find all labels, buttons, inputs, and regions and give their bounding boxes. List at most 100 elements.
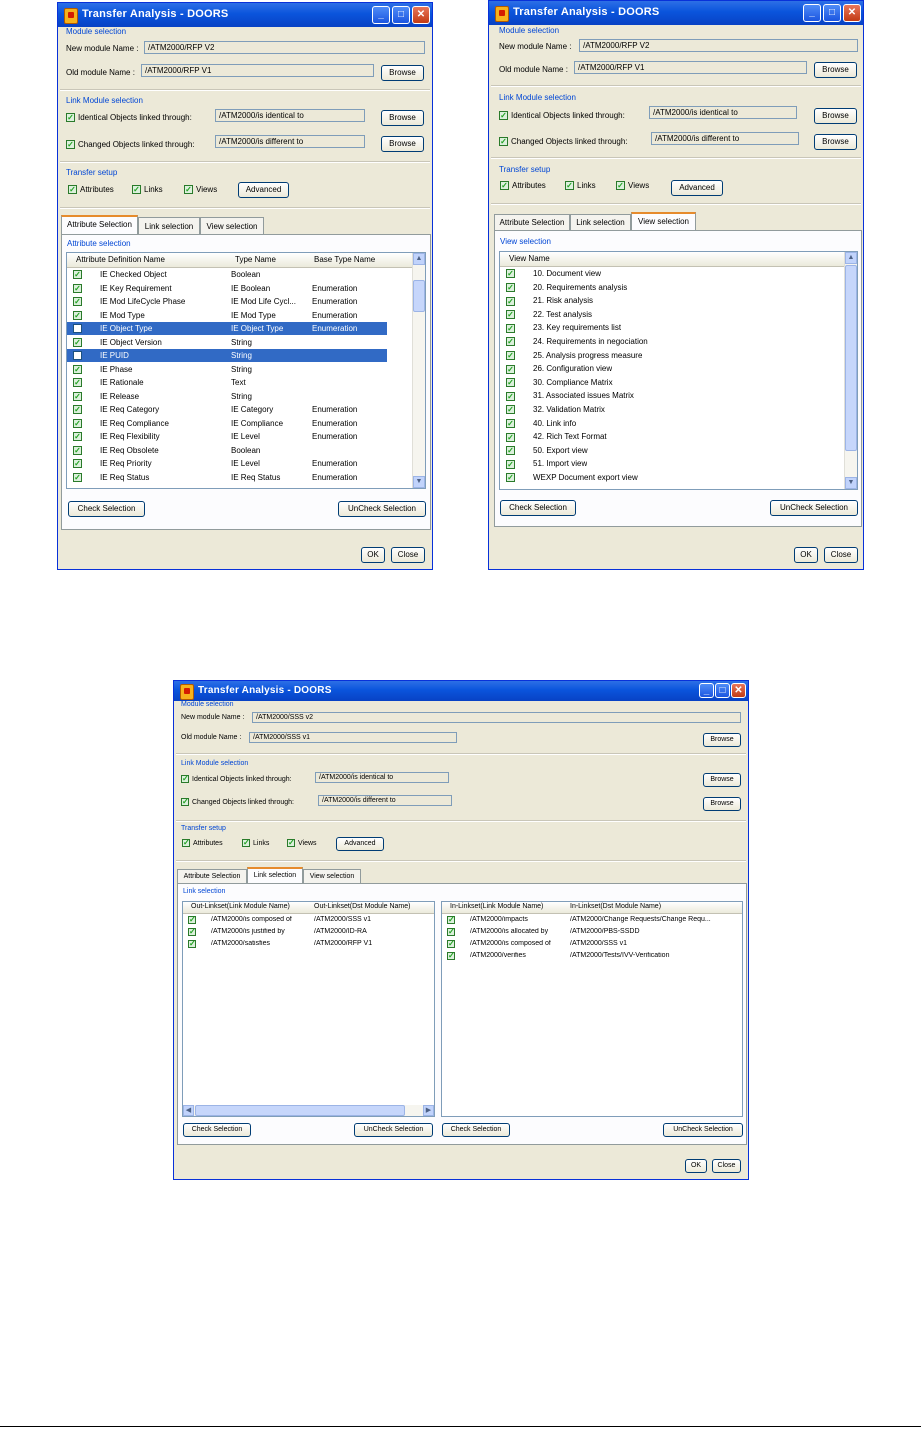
list-item[interactable]: ✓ 40. Link info (500, 417, 840, 430)
advanced-button[interactable]: Advanced (238, 182, 289, 198)
identical-link-module-field[interactable]: /ATM2000/is identical to (315, 772, 449, 783)
table-row[interactable]: ✓ IE Checked Object Boolean (67, 268, 387, 281)
table-row[interactable]: IE PUID String (67, 349, 387, 362)
identical-objects-checkbox[interactable]: ✓ Identical Objects linked through: (499, 111, 625, 121)
new-module-field[interactable]: /ATM2000/RFP V2 (579, 39, 858, 52)
column-header[interactable]: Out-Linkset(Dst Module Name) (314, 903, 410, 910)
column-header[interactable]: Type Name (235, 255, 276, 264)
checkbox-checked-icon[interactable]: ✓ (506, 391, 515, 401)
checkbox-checked-icon[interactable]: ✓ (506, 473, 515, 483)
minimize-icon[interactable]: _ (699, 683, 714, 698)
column-header[interactable]: Base Type Name (314, 255, 375, 264)
tab-link-selection[interactable]: Link selection (570, 214, 631, 230)
scroll-up-icon[interactable]: ▲ (413, 253, 425, 265)
new-module-field[interactable]: /ATM2000/RFP V2 (144, 41, 425, 54)
list-item[interactable]: ✓ 42. Rich Text Format (500, 430, 840, 443)
column-header[interactable]: In-Linkset(Dst Module Name) (570, 903, 661, 910)
table-row[interactable]: ✓ IE Req Category IE Category Enumeration (67, 403, 387, 416)
checkbox-checked-icon[interactable]: ✓ (188, 916, 196, 924)
links-checkbox[interactable]: ✓ Links (565, 181, 596, 191)
column-header[interactable]: In-Linkset(Link Module Name) (450, 903, 543, 910)
minimize-icon[interactable]: _ (803, 4, 821, 22)
identical-link-module-field[interactable]: /ATM2000/is identical to (649, 106, 797, 119)
checkbox-checked-icon[interactable]: ✓ (506, 337, 515, 347)
table-row[interactable]: ✓ IE Key Requirement IE Boolean Enumeration (67, 282, 387, 295)
checkbox-unchecked-icon[interactable] (73, 324, 82, 334)
checkbox-checked-icon[interactable]: ✓ (188, 940, 196, 948)
tab-view-selection[interactable]: View selection (303, 869, 361, 883)
checkbox-checked-icon[interactable]: ✓ (73, 378, 82, 388)
list-item[interactable]: ✓ 31. Associated issues Matrix (500, 389, 840, 402)
tab-view-selection[interactable]: View selection (200, 217, 264, 234)
scroll-left-icon[interactable]: ◀ (183, 1105, 194, 1116)
checkbox-checked-icon[interactable]: ✓ (506, 269, 515, 279)
minimize-icon[interactable]: _ (372, 6, 390, 24)
table-row[interactable]: IE Object Type IE Object Type Enumeration (67, 322, 387, 335)
scroll-right-icon[interactable]: ▶ (423, 1105, 434, 1116)
browse-identical-button[interactable]: Browse (814, 108, 857, 124)
checkbox-checked-icon[interactable]: ✓ (73, 432, 82, 442)
column-header[interactable]: View Name (509, 254, 550, 263)
table-row[interactable]: ✓ /ATM2000/is composed of/ATM2000/SSS v1 (183, 915, 433, 926)
checkbox-checked-icon[interactable]: ✓ (506, 323, 515, 333)
uncheck-selection-button[interactable]: UnCheck Selection (338, 501, 426, 517)
table-row[interactable]: ✓ IE Req Flexibility IE Level Enumeration (67, 430, 387, 443)
attributes-checkbox[interactable]: ✓ Attributes (68, 185, 114, 195)
checkbox-checked-icon[interactable]: ✓ (506, 296, 515, 306)
old-module-field[interactable]: /ATM2000/SSS v1 (249, 732, 457, 743)
checkbox-checked-icon[interactable]: ✓ (447, 928, 455, 936)
list-item[interactable]: ✓ 26. Configuration view (500, 362, 840, 375)
advanced-button[interactable]: Advanced (336, 837, 384, 851)
checkbox-checked-icon[interactable]: ✓ (73, 418, 82, 428)
table-row[interactable]: ✓ IE Req Status IE Req Status Enumeration (67, 471, 387, 484)
checkbox-checked-icon[interactable]: ✓ (447, 952, 455, 960)
checkbox-checked-icon[interactable]: ✓ (506, 432, 515, 442)
vertical-scrollbar[interactable]: ▲ ▼ (412, 253, 425, 488)
browse-old-module-button[interactable]: Browse (703, 733, 741, 747)
checkbox-checked-icon[interactable]: ✓ (73, 283, 82, 293)
scroll-thumb[interactable] (845, 265, 857, 451)
vertical-scrollbar[interactable]: ▲ ▼ (844, 252, 857, 489)
scroll-up-icon[interactable]: ▲ (845, 252, 857, 264)
browse-changed-button[interactable]: Browse (814, 134, 857, 150)
checkbox-checked-icon[interactable]: ✓ (73, 297, 82, 307)
maximize-icon[interactable]: □ (392, 6, 410, 24)
column-header[interactable]: Attribute Definition Name (76, 255, 165, 264)
list-item[interactable]: ✓ 24. Requirements in negociation (500, 335, 840, 348)
uncheck-selection-button[interactable]: UnCheck Selection (770, 500, 858, 516)
checkbox-checked-icon[interactable]: ✓ (188, 928, 196, 936)
checkbox-checked-icon[interactable]: ✓ (73, 337, 82, 347)
list-item[interactable]: ✓ 22. Test analysis (500, 308, 840, 321)
views-checkbox[interactable]: ✓ Views (616, 181, 649, 191)
table-row[interactable]: ✓ IE Req Priority IE Level Enumeration (67, 457, 387, 470)
table-row[interactable]: ✓ /ATM2000/is composed of/ATM2000/SSS v1 (442, 939, 742, 950)
identical-objects-checkbox[interactable]: ✓ Identical Objects linked through: (181, 775, 292, 783)
uncheck-selection-button-out[interactable]: UnCheck Selection (354, 1123, 433, 1137)
tab-view-selection[interactable]: View selection (631, 212, 696, 230)
checkbox-checked-icon[interactable]: ✓ (506, 418, 515, 428)
table-row[interactable]: ✓ IE Mod Type IE Mod Type Enumeration (67, 309, 387, 322)
list-item[interactable]: ✓ 10. Document view (500, 267, 840, 280)
tab-attribute-selection[interactable]: Attribute Selection (494, 214, 570, 230)
view-list[interactable]: View Name ✓ 10. Document view ✓ 20. Require… (499, 251, 858, 490)
check-selection-button[interactable]: Check Selection (68, 501, 145, 517)
check-selection-button-in[interactable]: Check Selection (442, 1123, 510, 1137)
views-checkbox[interactable]: ✓ Views (184, 185, 217, 195)
changed-objects-checkbox[interactable]: ✓ Changed Objects linked through: (181, 798, 294, 806)
tab-attribute-selection[interactable]: Attribute Selection (177, 869, 247, 883)
changed-objects-checkbox[interactable]: ✓ Changed Objects linked through: (499, 137, 628, 147)
list-item[interactable]: ✓ 32. Validation Matrix (500, 403, 840, 416)
table-row[interactable]: ✓ /ATM2000/is justified by/ATM2000/ID-RA (183, 927, 433, 938)
check-selection-button-out[interactable]: Check Selection (183, 1123, 251, 1137)
list-item[interactable]: ✓ WEXP Document export view (500, 471, 840, 484)
column-header[interactable]: Out-Linkset(Link Module Name) (191, 903, 290, 910)
changed-link-module-field[interactable]: /ATM2000/is different to (651, 132, 799, 145)
scroll-down-icon[interactable]: ▼ (845, 477, 857, 489)
old-module-field[interactable]: /ATM2000/RFP V1 (574, 61, 807, 74)
ok-button[interactable]: OK (794, 547, 818, 563)
browse-identical-button[interactable]: Browse (703, 773, 741, 787)
views-checkbox[interactable]: ✓ Views (287, 839, 317, 847)
changed-link-module-field[interactable]: /ATM2000/is different to (318, 795, 452, 806)
browse-identical-button[interactable]: Browse (381, 110, 424, 126)
checkbox-checked-icon[interactable]: ✓ (73, 445, 82, 455)
